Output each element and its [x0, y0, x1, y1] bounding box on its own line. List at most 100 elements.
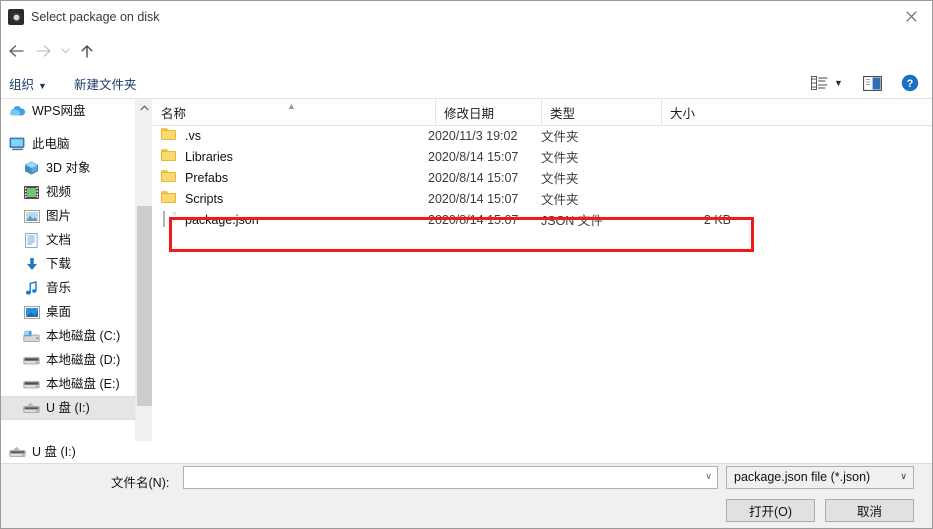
- music-icon: [23, 280, 40, 296]
- drive-icon: [23, 376, 40, 392]
- folder-icon: [161, 128, 177, 143]
- file-size-cell: 2 KB: [703, 212, 731, 227]
- sidebar-item-label: 文档: [46, 232, 72, 247]
- usb-drive-icon: [9, 444, 26, 460]
- sidebar-item-label: 下载: [46, 256, 72, 271]
- sidebar-item-label: 本地磁盘 (D:): [46, 352, 121, 367]
- system-drive-icon: [23, 328, 40, 344]
- file-name-cell: .vs: [161, 125, 201, 146]
- videos-icon: [23, 184, 40, 200]
- filename-chevron-down-icon[interactable]: ∨: [705, 471, 712, 482]
- file-type-cell: 文件夹: [541, 172, 579, 186]
- downloads-icon: [23, 256, 40, 272]
- open-button[interactable]: 打开(O): [726, 499, 815, 522]
- sidebar-item-label: 本地磁盘 (E:): [46, 376, 120, 391]
- forward-icon[interactable]: [31, 39, 55, 63]
- sidebar-item-music[interactable]: 音乐: [1, 276, 135, 300]
- sidebar-item-label: WPS网盘: [32, 103, 86, 118]
- sidebar-item-local-disk-c[interactable]: 本地磁盘 (C:): [1, 324, 135, 348]
- close-button[interactable]: [888, 1, 932, 31]
- sidebar-bottom-item-label: U 盘 (I:): [32, 444, 76, 459]
- column-header-name[interactable]: 名称 ▲: [153, 99, 435, 125]
- file-size-cell: [643, 188, 731, 209]
- sidebar-item-wps-cloud[interactable]: WPS网盘: [1, 99, 135, 123]
- table-row[interactable]: Libraries 2020/8/14 15:07 文件夹: [153, 146, 932, 167]
- window-title: Select package on disk: [31, 10, 160, 24]
- sidebar-scrollbar[interactable]: [135, 99, 152, 459]
- sidebar-item-pictures[interactable]: 图片: [1, 204, 135, 228]
- sidebar-item-this-pc[interactable]: 此电脑: [1, 132, 135, 156]
- view-options-icon[interactable]: [811, 73, 828, 93]
- json-file-icon: [161, 211, 177, 227]
- filename-input[interactable]: ∨: [183, 466, 718, 489]
- up-icon[interactable]: [75, 39, 99, 63]
- svg-text:?: ?: [907, 78, 914, 90]
- sidebar-item-local-disk-d[interactable]: 本地磁盘 (D:): [1, 348, 135, 372]
- file-date-cell: 2020/8/14 15:07: [428, 170, 519, 185]
- sidebar-item-videos[interactable]: 视频: [1, 180, 135, 204]
- file-list-pane[interactable]: 名称 ▲ 修改日期 类型 大小 .vs 2020/11/3 19:02 文件夹: [153, 99, 932, 459]
- cancel-button[interactable]: 取消: [825, 499, 914, 522]
- unity-icon: [8, 9, 24, 25]
- this-pc-icon: [9, 136, 26, 152]
- table-row[interactable]: Scripts 2020/8/14 15:07 文件夹: [153, 188, 932, 209]
- file-name-text: Scripts: [185, 191, 224, 206]
- new-folder-button[interactable]: 新建文件夹: [74, 74, 137, 93]
- file-type-filter-select[interactable]: package.json file (*.json) ∨: [726, 466, 914, 489]
- organize-button[interactable]: 组织 ▼: [9, 74, 47, 93]
- preview-pane-icon[interactable]: [863, 73, 882, 93]
- folder-icon: [161, 149, 177, 164]
- folder-icon: [161, 191, 177, 206]
- sidebar-item-downloads[interactable]: 下载: [1, 252, 135, 276]
- file-type-cell: 文件夹: [541, 193, 579, 207]
- desktop-icon: [23, 304, 40, 320]
- chevron-down-icon: ▼: [38, 81, 47, 91]
- drive-icon: [23, 352, 40, 368]
- navigation-sidebar[interactable]: WPS网盘 此电脑 3D 对象 视频 图片 文档 下载 音乐 桌面 本地磁盘 (…: [1, 99, 135, 459]
- sidebar-item-usb-drive-i[interactable]: U 盘 (I:): [1, 396, 135, 420]
- cloud-icon: [9, 103, 26, 119]
- pictures-icon: [23, 208, 40, 224]
- recent-locations-chevron-down-icon[interactable]: [56, 39, 74, 63]
- sidebar-item-desktop[interactable]: 桌面: [1, 300, 135, 324]
- file-size-cell: [643, 167, 731, 188]
- sidebar-bottom-item-usb-drive[interactable]: U 盘 (I:): [1, 441, 152, 463]
- usb-drive-icon: [23, 400, 40, 416]
- sidebar-item-documents[interactable]: 文档: [1, 228, 135, 252]
- file-name-cell: Scripts: [161, 188, 223, 209]
- title-bar: Select package on disk: [1, 1, 932, 34]
- file-open-dialog: Select package on disk 组织 ▼ 新建文件夹 ▼ ? WP…: [0, 0, 933, 529]
- sidebar-item-label: 桌面: [46, 304, 72, 319]
- scroll-up-arrow-icon[interactable]: [136, 99, 153, 116]
- column-header-date-modified[interactable]: 修改日期: [435, 99, 541, 125]
- sidebar-item-label: 视频: [46, 184, 72, 199]
- help-icon[interactable]: ?: [901, 73, 919, 93]
- column-header-type[interactable]: 类型: [541, 99, 661, 125]
- file-name-text: Prefabs: [185, 170, 229, 185]
- back-icon[interactable]: [4, 39, 28, 63]
- file-type-filter-value: package.json file (*.json): [734, 470, 871, 484]
- table-row[interactable]: .vs 2020/11/3 19:02 文件夹: [153, 125, 932, 146]
- table-row[interactable]: Prefabs 2020/8/14 15:07 文件夹: [153, 167, 932, 188]
- file-type-cell: 文件夹: [541, 151, 579, 165]
- sidebar-item-3d-objects[interactable]: 3D 对象: [1, 156, 135, 180]
- file-name-text: .vs: [185, 128, 201, 143]
- file-date-cell: 2020/8/14 15:07: [428, 191, 519, 206]
- column-header-size[interactable]: 大小: [661, 99, 741, 125]
- file-name-cell: Libraries: [161, 146, 233, 167]
- sidebar-item-local-disk-e[interactable]: 本地磁盘 (E:): [1, 372, 135, 396]
- sidebar-item-label: 图片: [46, 208, 72, 223]
- file-type-cell: 文件夹: [541, 130, 579, 144]
- file-name-cell: package.json: [161, 209, 259, 230]
- filter-chevron-down-icon: ∨: [900, 471, 907, 481]
- sidebar-item-label: 3D 对象: [46, 160, 91, 175]
- file-size-cell: [643, 125, 731, 146]
- file-date-cell: 2020/8/14 15:07: [428, 149, 519, 164]
- scrollbar-thumb[interactable]: [137, 206, 152, 406]
- sidebar-item-label: 音乐: [46, 280, 72, 295]
- view-options-chevron-down-icon[interactable]: ▼: [834, 73, 843, 93]
- column-headers: 名称 ▲ 修改日期 类型 大小: [153, 99, 932, 126]
- sidebar-item-label: U 盘 (I:): [46, 400, 90, 415]
- table-row[interactable]: package.json 2020/8/14 15:07 JSON 文件 2 K…: [153, 209, 932, 230]
- file-date-cell: 2020/11/3 19:02: [428, 128, 518, 143]
